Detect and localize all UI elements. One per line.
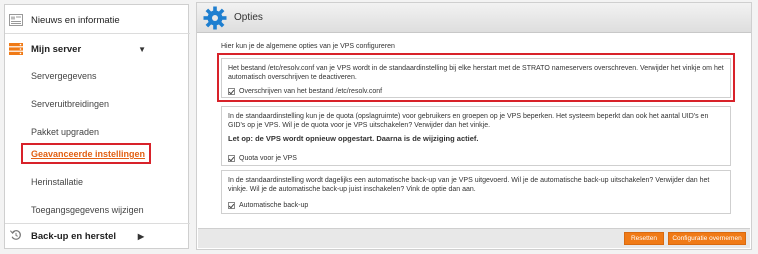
sidebar-item-label: Toegangsgegevens wijzigen [31,205,144,215]
apply-configuration-button[interactable]: Configuratie overnemen [668,232,746,245]
checkbox-label: Automatische back-up [239,202,309,209]
chevron-right-icon[interactable]: ▶ [138,232,144,241]
sidebar-item-herinstallatie[interactable]: Herinstallatie [5,173,190,191]
sidebar-item-label: Nieuws en informatie [31,14,120,26]
sidebar-item-label: Mijn server [31,43,82,55]
highlight-box [217,53,735,102]
checkbox-backup[interactable]: Automatische back-up [228,201,308,210]
panel-header: Opties [197,3,751,33]
sidebar-item-mijn-server[interactable]: Mijn server ▼ [5,39,190,59]
gear-icon [203,6,227,30]
news-icon [9,14,23,26]
page-title: Opties [234,12,263,23]
checkbox-quota[interactable]: Quota voor je VPS [228,154,297,163]
sidebar-item-pakket-upgraden[interactable]: Pakket upgraden [5,123,190,141]
checkbox-checked-icon[interactable] [228,155,235,162]
sidebar-item-toegangsgegevens[interactable]: Toegangsgegevens wijzigen [5,201,190,219]
panel-footer: Resetten Configuratie overnemen [198,228,750,248]
option-description: In de standaardinstelling kun je de quot… [228,113,709,129]
chevron-down-icon[interactable]: ▼ [138,45,146,54]
sidebar-item-label: Serveruitbreidingen [31,99,110,109]
sidebar-item-serveruitbreidingen[interactable]: Serveruitbreidingen [5,95,190,113]
sidebar-item-geavanceerde-instellingen[interactable]: Geavanceerde instellingen [5,144,190,164]
server-icon [9,43,23,55]
divider [5,33,190,34]
reset-button[interactable]: Resetten [624,232,664,245]
backup-icon [10,230,21,240]
sidebar-item-nieuws[interactable]: Nieuws en informatie [5,10,190,30]
sidebar-item-label: Back-up en herstel [31,230,116,242]
option-quota: In de standaardinstelling kun je de quot… [221,106,731,166]
screenshot-frame: Nieuws en informatie Mijn server ▼ Serve… [0,0,758,254]
warning-text: Let op: de VPS wordt opnieuw opgestart. … [228,134,479,143]
sidebar-item-servergegevens[interactable]: Servergegevens [5,67,190,85]
divider [5,223,190,224]
options-panel: Opties Hier kun je de algemene opties va… [196,2,752,250]
option-description: In de standaardinstelling wordt dagelijk… [228,177,710,193]
sidebar-item-label: Geavanceerde instellingen [31,149,146,159]
sidebar-item-label: Servergegevens [31,71,97,81]
sidebar-item-label: Herinstallatie [31,177,84,187]
checkbox-checked-icon[interactable] [228,202,235,209]
intro-text: Hier kun je de algemene opties van je VP… [221,43,395,50]
sidebar: Nieuws en informatie Mijn server ▼ Serve… [4,4,190,249]
option-backup: In de standaardinstelling wordt dagelijk… [221,170,731,214]
sidebar-item-backup[interactable]: Back-up en herstel ▶ [5,226,190,246]
checkbox-label: Quota voor je VPS [239,155,297,162]
sidebar-item-label: Pakket upgraden [31,127,100,137]
